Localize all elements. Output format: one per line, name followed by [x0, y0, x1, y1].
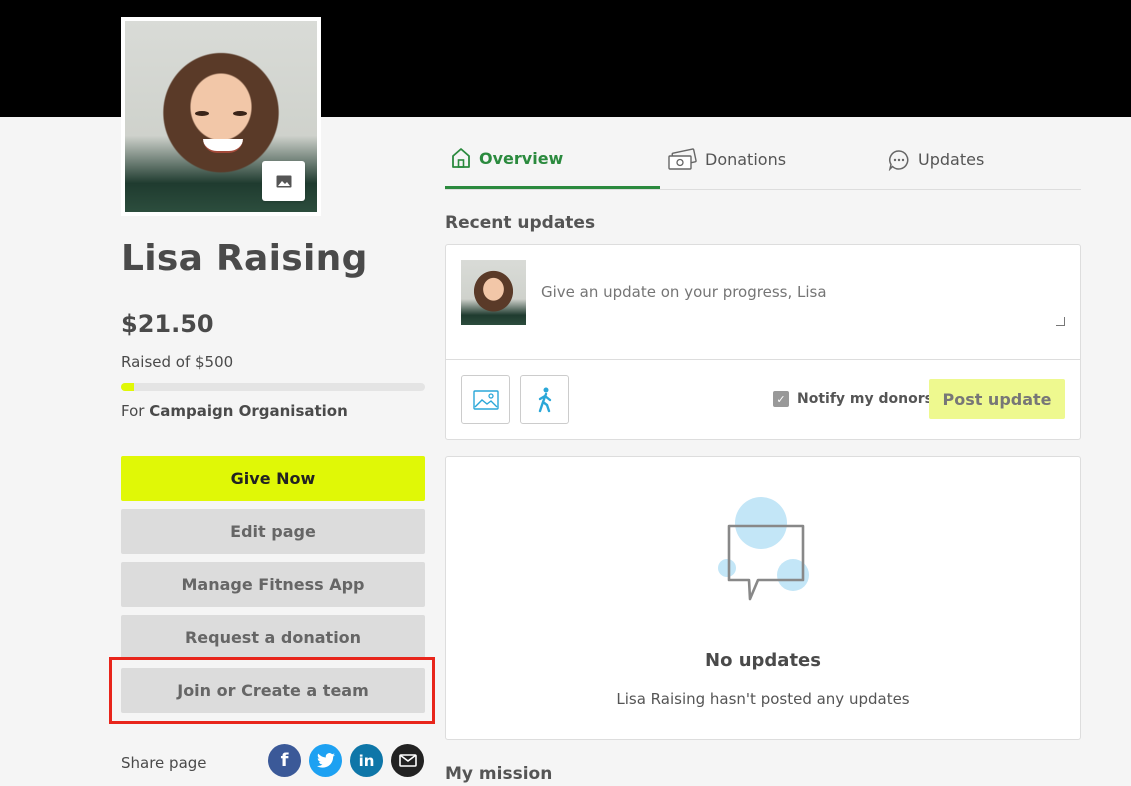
amount-raised: $21.50	[121, 310, 214, 338]
tab-updates-label: Updates	[918, 150, 985, 169]
fundraiser-name: Lisa Raising	[121, 238, 368, 279]
tab-donations-label: Donations	[705, 150, 787, 169]
progress-bar	[121, 383, 425, 391]
mission-heading: My mission	[445, 764, 553, 784]
facebook-icon[interactable]: f	[268, 744, 301, 777]
tab-overview[interactable]: Overview	[445, 130, 660, 189]
progress-fill	[121, 383, 135, 391]
notify-checkbox[interactable]: ✓	[773, 391, 789, 407]
give-now-button[interactable]: Give Now	[121, 456, 425, 501]
composer-avatar	[461, 260, 526, 325]
twitter-icon[interactable]	[309, 744, 342, 777]
share-label: Share page	[121, 754, 207, 772]
for-prefix: For	[121, 402, 145, 420]
speech-bubble-icon	[718, 497, 809, 601]
organisation-line: For Campaign Organisation	[121, 402, 348, 420]
highlight-box	[109, 657, 435, 724]
add-activity-button[interactable]	[520, 375, 569, 424]
post-update-button[interactable]: Post update	[929, 379, 1065, 419]
add-image-button[interactable]	[461, 375, 510, 424]
tab-overview-label: Overview	[479, 148, 564, 168]
notify-label: Notify my donors	[797, 391, 933, 407]
manage-fitness-app-button[interactable]: Manage Fitness App	[121, 562, 425, 607]
raised-target: Raised of $500	[121, 353, 234, 371]
money-icon	[668, 147, 697, 170]
updates-empty-state: No updates Lisa Raising hasn't posted an…	[445, 456, 1081, 740]
resize-handle[interactable]	[1056, 317, 1065, 326]
notify-donors[interactable]: ✓ Notify my donors	[773, 391, 933, 407]
chat-icon	[888, 149, 909, 171]
image-icon	[276, 175, 291, 187]
empty-subtitle: Lisa Raising hasn't posted any updates	[616, 690, 910, 708]
change-photo-button[interactable]	[262, 161, 305, 201]
tab-updates[interactable]: Updates	[888, 130, 984, 189]
home-icon	[452, 148, 470, 168]
recent-updates-heading: Recent updates	[445, 213, 596, 233]
update-input[interactable]	[541, 283, 1066, 327]
email-icon[interactable]	[391, 744, 424, 777]
update-composer: ✓ Notify my donors Post update	[445, 244, 1081, 440]
organisation-link[interactable]: Campaign Organisation	[149, 402, 348, 420]
empty-title: No updates	[705, 650, 821, 671]
image-icon	[472, 389, 499, 410]
linkedin-icon[interactable]: in	[350, 744, 383, 777]
composer-divider	[446, 359, 1080, 360]
profile-tabs: Overview Donations Updates	[445, 130, 1081, 190]
request-donation-button[interactable]: Request a donation	[121, 615, 425, 660]
edit-page-button[interactable]: Edit page	[121, 509, 425, 554]
tab-donations[interactable]: Donations	[667, 130, 786, 189]
walking-icon	[538, 387, 551, 412]
